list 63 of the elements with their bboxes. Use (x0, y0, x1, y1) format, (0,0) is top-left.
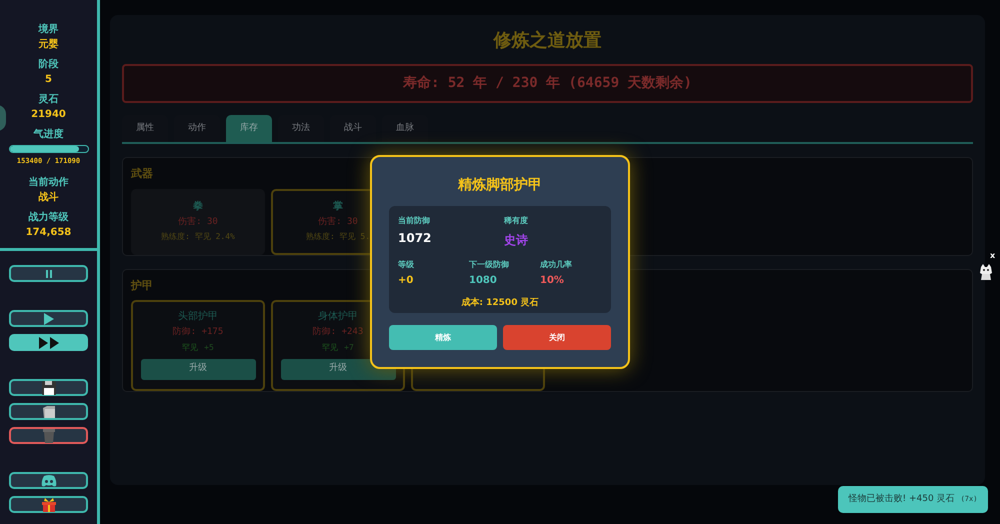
success-chance-value: 10% (540, 274, 565, 288)
folder-icon (42, 404, 56, 418)
stat-label: 当前防御 (398, 215, 431, 227)
stat-label: 境界 (38, 23, 58, 37)
game-controller-icon (40, 474, 56, 486)
stat-value: 174,658 (26, 226, 72, 240)
rarity-value: 史诗 (504, 232, 529, 249)
stat-label: 灵石 (38, 93, 58, 107)
level-value: +0 (398, 274, 414, 288)
armor-name: 头部护甲 (178, 310, 218, 324)
cat-icon[interactable] (979, 264, 993, 280)
close-mark[interactable]: x (990, 252, 996, 260)
gift-icon (42, 498, 56, 512)
play-icon (42, 312, 54, 324)
rarity-text: 罕见 (182, 342, 198, 354)
play-button[interactable] (9, 310, 88, 327)
dialog-title: 精炼脚部护甲 (458, 176, 542, 195)
load-button[interactable] (9, 403, 88, 420)
pause-icon (44, 270, 52, 278)
stat-label: 气进度 (34, 128, 64, 142)
stat-label: 成功几率 (540, 259, 573, 271)
damage-text: 伤害: 30 (318, 216, 358, 228)
next-defense-value: 1080 (469, 274, 498, 288)
trash-can-icon (42, 428, 54, 442)
rarity-text: 罕见 (322, 342, 338, 354)
save-button[interactable] (9, 379, 88, 396)
stat-value: 5 (45, 73, 52, 87)
pause-button[interactable] (9, 265, 88, 282)
mastery-text: 熟练度: 罕见 2.4% (161, 231, 235, 243)
fast-button[interactable] (9, 334, 88, 351)
tab[interactable]: 库存 (226, 115, 272, 142)
lifespan-text: 寿命: 52 年 / 230 年 (64659 天数剩余) (402, 74, 692, 93)
stat-label: 下一级防御 (469, 259, 510, 271)
stat-label: 当前动作 (28, 176, 68, 190)
defense-text: 防御: +243 (312, 326, 364, 339)
mastery-text: 熟练度: 罕见 5. (306, 231, 370, 243)
stat-value: 元婴 (38, 38, 58, 52)
stat-label: 战力等级 (28, 211, 68, 225)
bonus-text: +5 (204, 342, 214, 354)
bonus-text: +7 (344, 342, 354, 354)
cost-text: 成本: 12500 灵石 (461, 297, 539, 310)
fast-forward-icon (38, 336, 60, 348)
upgrade-button[interactable]: 升级 (140, 358, 256, 380)
section-title: 护甲 (131, 278, 153, 294)
defense-text: 防御: +175 (172, 326, 224, 339)
damage-text: 伤害: 30 (178, 216, 218, 228)
discord-button[interactable] (9, 472, 88, 489)
weapon-name: 拳 (193, 200, 203, 214)
stat-label: 等级 (398, 259, 415, 271)
stat-value: 21940 (31, 108, 66, 122)
upgrade-button[interactable]: 升级 (280, 358, 396, 380)
weapon-name: 掌 (333, 200, 343, 214)
stat-label: 稀有度 (504, 215, 529, 227)
stat-label: 阶段 (38, 58, 58, 72)
stat-value: 战斗 (38, 191, 58, 205)
section-title: 武器 (131, 166, 153, 182)
delete-button[interactable] (9, 427, 88, 444)
toast-message: 怪物已被击败! +450 灵石 (848, 492, 955, 506)
current-defense-value: 1072 (398, 230, 432, 247)
gift-button[interactable] (9, 496, 88, 513)
armor-name: 身体护甲 (318, 310, 358, 324)
page-title: 修炼之道放置 (494, 29, 602, 53)
close-button[interactable]: 关闭 (503, 325, 611, 350)
